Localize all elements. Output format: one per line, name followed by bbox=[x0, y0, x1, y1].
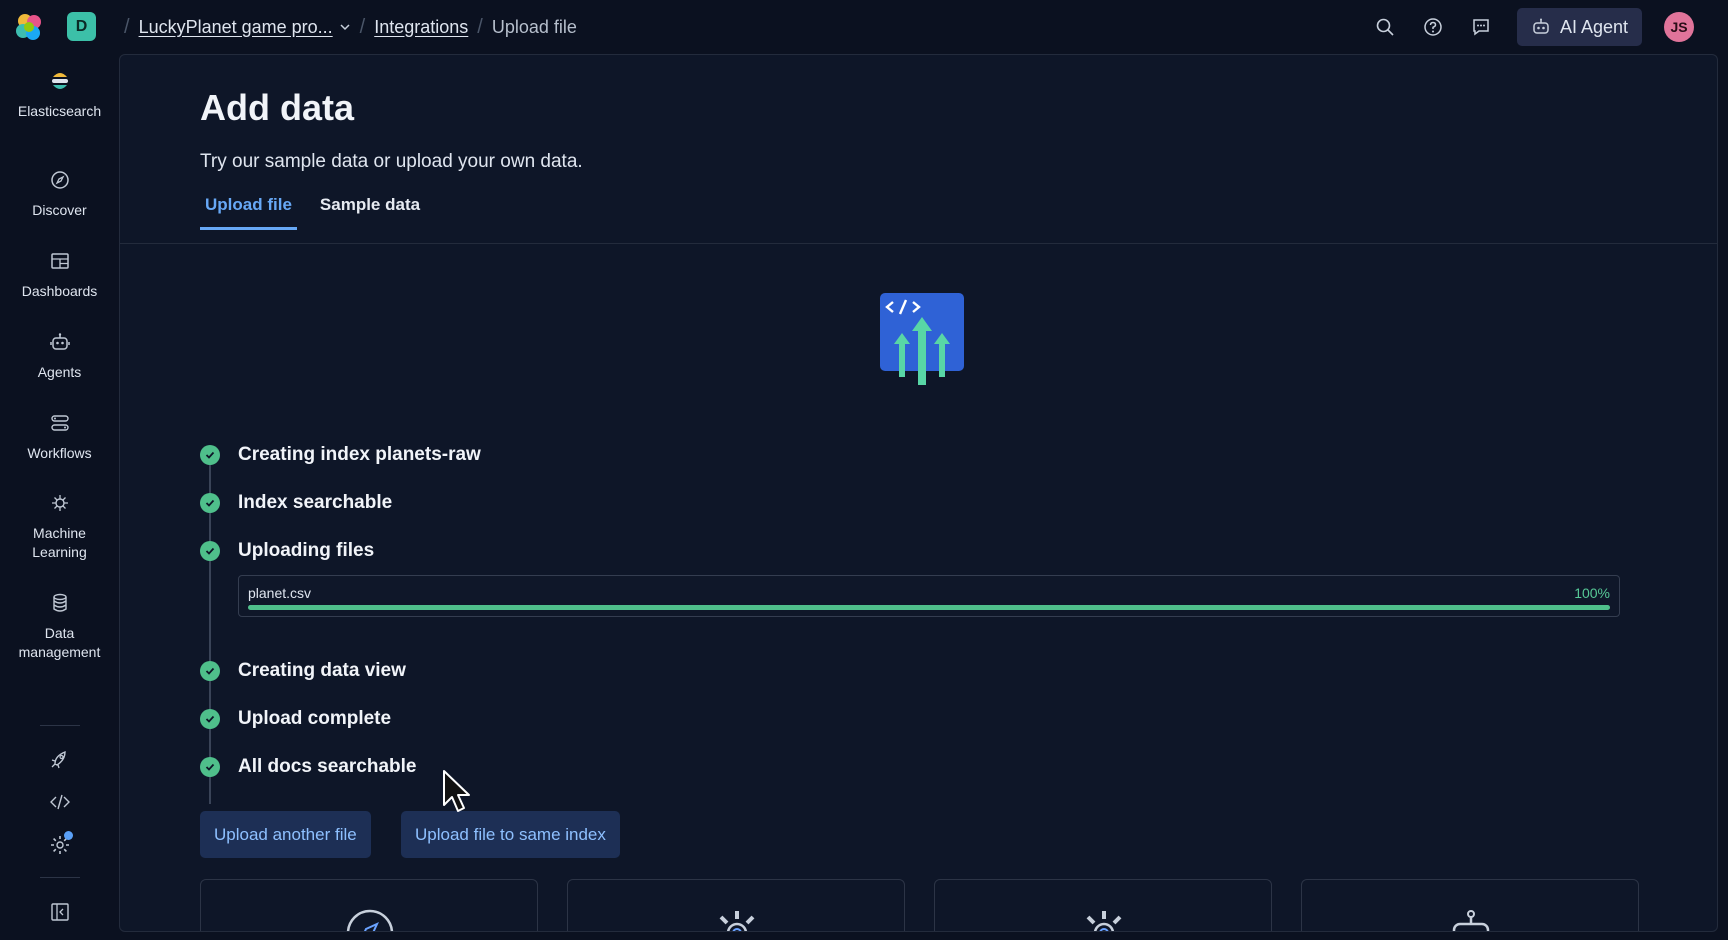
step-label: Index searchable bbox=[238, 492, 393, 513]
settings-button[interactable] bbox=[49, 831, 73, 856]
file-name: planet.csv bbox=[248, 585, 312, 601]
rocket-icon[interactable] bbox=[49, 748, 71, 770]
sidebar-item-dashboards[interactable]: Dashboards bbox=[0, 250, 119, 301]
breadcrumb-separator: / bbox=[124, 15, 130, 38]
sidebar-item-elasticsearch[interactable]: Elasticsearch bbox=[0, 70, 119, 121]
breadcrumb-project[interactable]: LuckyPlanet game pro... bbox=[139, 17, 333, 38]
check-circle-icon bbox=[200, 493, 220, 513]
nav-divider bbox=[40, 725, 80, 726]
sidebar-item-label: Dashboards bbox=[21, 283, 98, 299]
step-label: Uploading files bbox=[238, 540, 375, 561]
tab-sample-data[interactable]: Sample data bbox=[315, 195, 425, 230]
progress-bar-fill bbox=[248, 605, 1610, 610]
step-item: Creating data view bbox=[200, 660, 406, 682]
sidebar-item-machine-learning[interactable]: Machine Learning bbox=[0, 492, 119, 562]
sidebar-item-agents[interactable]: Agents bbox=[0, 331, 119, 382]
ai-agent-button[interactable]: AI Agent bbox=[1516, 8, 1642, 46]
step-label: Creating data view bbox=[238, 660, 406, 681]
check-circle-icon bbox=[200, 445, 220, 465]
dashboard-icon bbox=[50, 253, 69, 269]
check-circle-icon bbox=[200, 661, 220, 681]
sidebar-item-label: Machine Learning bbox=[32, 525, 87, 560]
integration-card[interactable] bbox=[1301, 879, 1639, 931]
integration-card[interactable] bbox=[200, 879, 538, 931]
compass-icon bbox=[50, 171, 69, 189]
sidebar-item-workflows[interactable]: Workflows bbox=[0, 412, 119, 463]
breadcrumb-separator: / bbox=[477, 15, 483, 38]
sidebar-item-discover[interactable]: Discover bbox=[0, 169, 119, 220]
tabs: Upload file Sample data bbox=[200, 195, 443, 230]
help-icon[interactable] bbox=[1421, 15, 1445, 39]
space-badge[interactable]: D bbox=[67, 12, 96, 41]
notification-dot bbox=[64, 831, 73, 840]
progress-percent: 100% bbox=[1574, 585, 1610, 601]
check-circle-icon bbox=[200, 709, 220, 729]
sidebar-item-label: Agents bbox=[37, 364, 82, 380]
integration-card[interactable] bbox=[934, 879, 1272, 931]
breadcrumb-current: Upload file bbox=[491, 16, 577, 37]
elastic-logo-icon[interactable] bbox=[14, 12, 44, 42]
step-label: Creating index planets-raw bbox=[238, 444, 481, 465]
machine-learning-icon bbox=[51, 495, 68, 511]
robot-icon bbox=[49, 333, 70, 350]
check-circle-icon bbox=[200, 757, 220, 777]
gear-icon bbox=[715, 911, 759, 931]
sidebar-item-label: Elasticsearch bbox=[17, 103, 102, 119]
breadcrumb: / LuckyPlanet game pro... / Integrations… bbox=[115, 0, 577, 54]
database-icon bbox=[52, 593, 67, 612]
progress-bar bbox=[248, 605, 1610, 610]
step-item: Uploading files bbox=[200, 540, 374, 562]
workflow-icon bbox=[50, 415, 69, 431]
tab-upload-file[interactable]: Upload file bbox=[200, 195, 297, 230]
side-nav: Elasticsearch Discover Dashboards Agents… bbox=[0, 54, 119, 940]
upload-another-file-button[interactable]: Upload another file bbox=[200, 811, 371, 858]
top-actions: AI Agent JS bbox=[1349, 0, 1728, 54]
sidebar-item-label: Workflows bbox=[27, 445, 92, 461]
step-item: Upload complete bbox=[200, 708, 391, 730]
ai-agent-label: AI Agent bbox=[1559, 16, 1628, 37]
step-label: All docs searchable bbox=[238, 756, 417, 777]
feedback-icon[interactable] bbox=[1469, 15, 1493, 39]
page-title: Add data bbox=[200, 87, 355, 128]
main-panel: Add data Try our sample data or upload y… bbox=[119, 54, 1718, 932]
search-icon[interactable] bbox=[1373, 15, 1397, 39]
robot-icon bbox=[1452, 910, 1490, 931]
tabs-divider bbox=[120, 243, 1717, 244]
mouse-cursor-icon bbox=[443, 770, 470, 812]
collapse-panel-icon[interactable] bbox=[49, 901, 71, 923]
avatar[interactable]: JS bbox=[1664, 12, 1694, 42]
sidebar-item-data-management[interactable]: Data management bbox=[0, 592, 119, 662]
integration-card[interactable] bbox=[567, 879, 905, 931]
step-label: Upload complete bbox=[238, 708, 392, 729]
step-item: Creating index planets-raw bbox=[200, 444, 481, 466]
sidebar-item-label: Data management bbox=[18, 625, 101, 660]
check-circle-icon bbox=[200, 541, 220, 561]
compass-icon bbox=[346, 909, 394, 931]
page-subtitle: Try our sample data or upload your own d… bbox=[200, 151, 583, 172]
breadcrumb-separator: / bbox=[359, 15, 366, 38]
file-progress-card: planet.csv 100% bbox=[238, 575, 1620, 617]
top-bar: D / LuckyPlanet game pro... / Integratio… bbox=[0, 0, 1728, 54]
step-item: All docs searchable bbox=[200, 756, 416, 778]
gear-icon bbox=[1082, 911, 1126, 931]
upload-to-same-index-button[interactable]: Upload file to same index bbox=[401, 811, 620, 858]
robot-icon bbox=[1533, 18, 1549, 34]
sidebar-item-label: Discover bbox=[32, 202, 87, 218]
chevron-down-icon[interactable] bbox=[339, 21, 351, 33]
breadcrumb-integrations[interactable]: Integrations bbox=[374, 17, 468, 38]
step-item: Index searchable bbox=[200, 492, 392, 514]
code-icon[interactable] bbox=[49, 791, 71, 813]
elasticsearch-logo-icon bbox=[51, 73, 68, 89]
nav-divider bbox=[40, 877, 80, 878]
upload-illustration-icon bbox=[880, 293, 964, 385]
